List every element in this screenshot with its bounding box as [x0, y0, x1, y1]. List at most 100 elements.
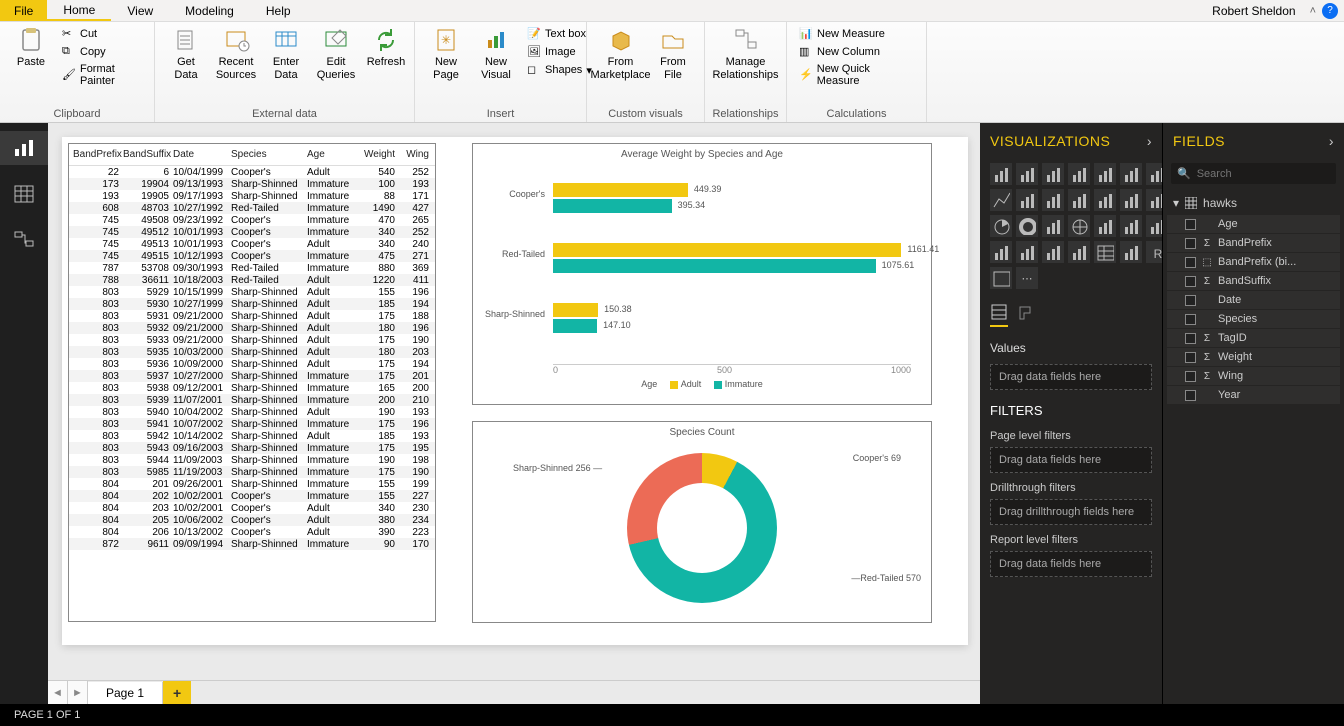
get-data-button[interactable]: Get Data [161, 24, 211, 83]
menu-view[interactable]: View [111, 0, 169, 21]
from-marketplace-button[interactable]: From Marketplace [593, 24, 648, 83]
table-row[interactable]: 7875370809/30/1993Red-TailedImmature8803… [69, 262, 435, 274]
table-row[interactable]: 6084870310/27/1992Red-TailedImmature1490… [69, 202, 435, 214]
paste-button[interactable]: Paste [6, 24, 56, 71]
checkbox-icon[interactable] [1185, 276, 1196, 287]
visualizations-collapse-icon[interactable]: › [1147, 133, 1152, 149]
viz-kpi-icon[interactable] [1042, 241, 1064, 263]
checkbox-icon[interactable] [1185, 352, 1196, 363]
table-row[interactable]: 803594210/14/2002Sharp-ShinnedAdult18519… [69, 430, 435, 442]
user-name[interactable]: Robert Sheldon [1212, 4, 1303, 18]
table-row[interactable]: 803592910/15/1999Sharp-ShinnedAdult15519… [69, 286, 435, 298]
format-tab-icon[interactable] [1016, 303, 1034, 327]
viz-ribbon-icon[interactable] [1146, 163, 1162, 185]
viz-line-icon[interactable] [990, 189, 1012, 211]
cut-button[interactable]: ✂Cut [60, 26, 144, 42]
new-page-button[interactable]: ✳New Page [421, 24, 471, 83]
field-age[interactable]: Age [1167, 215, 1340, 233]
field-tagid[interactable]: ΣTagID [1167, 329, 1340, 347]
viz-area-icon[interactable] [1016, 189, 1038, 211]
user-chevron-icon[interactable]: ˄ [1304, 5, 1322, 17]
table-row[interactable]: 22610/04/1999Cooper'sAdult540252 [69, 166, 435, 178]
table-row[interactable]: 803594110/07/2002Sharp-ShinnedImmature17… [69, 418, 435, 430]
table-row[interactable]: 803598511/19/2003Sharp-ShinnedImmature17… [69, 466, 435, 478]
viz-slicer-icon[interactable] [1068, 241, 1090, 263]
fields-search-input[interactable] [1197, 168, 1339, 180]
file-menu[interactable]: File [0, 0, 47, 21]
menu-modeling[interactable]: Modeling [169, 0, 250, 21]
viz-multi-card-icon[interactable] [1016, 241, 1038, 263]
text-box-button[interactable]: 📝Text box [525, 26, 594, 42]
viz-line-column-icon[interactable] [1068, 189, 1090, 211]
table-row[interactable]: 803593610/09/2000Sharp-ShinnedAdult17519… [69, 358, 435, 370]
model-view-button[interactable] [0, 223, 48, 257]
image-button[interactable]: 🖼Image [525, 44, 594, 60]
table-row[interactable]: 803594010/04/2002Sharp-ShinnedAdult19019… [69, 406, 435, 418]
table-row[interactable]: 872961109/09/1994Sharp-ShinnedImmature90… [69, 538, 435, 550]
field-species[interactable]: Species [1167, 310, 1340, 328]
checkbox-icon[interactable] [1185, 219, 1196, 230]
from-file-button[interactable]: From File [648, 24, 698, 83]
page-filters-drop[interactable]: Drag data fields here [990, 447, 1152, 473]
viz-line-column2-icon[interactable] [1094, 189, 1116, 211]
viz-pie-icon[interactable] [990, 215, 1012, 237]
checkbox-icon[interactable] [1185, 390, 1196, 401]
viz-table-icon[interactable] [1094, 241, 1116, 263]
table-row[interactable]: 7454951210/01/1993Cooper'sImmature340252 [69, 226, 435, 238]
viz-treemap-icon[interactable] [1042, 215, 1064, 237]
copy-button[interactable]: ⧉Copy [60, 44, 144, 60]
enter-data-button[interactable]: Enter Data [261, 24, 311, 83]
field-year[interactable]: Year [1167, 386, 1340, 404]
table-row[interactable]: 7454950809/23/1992Cooper'sImmature470265 [69, 214, 435, 226]
values-drop[interactable]: Drag data fields here [990, 364, 1152, 390]
viz-stacked-column-icon[interactable] [1042, 163, 1064, 185]
viz-stacked-bar-100-icon[interactable] [1094, 163, 1116, 185]
field-wing[interactable]: ΣWing [1167, 367, 1340, 385]
table-row[interactable]: 803594309/16/2003Sharp-ShinnedImmature17… [69, 442, 435, 454]
report-filters-drop[interactable]: Drag data fields here [990, 551, 1152, 577]
refresh-button[interactable]: Refresh [361, 24, 411, 71]
table-row[interactable]: 803593010/27/1999Sharp-ShinnedAdult18519… [69, 298, 435, 310]
viz-stacked-bar-icon[interactable] [990, 163, 1012, 185]
fields-tab-icon[interactable] [990, 303, 1008, 327]
table-row[interactable]: 80420310/02/2001Cooper'sAdult340230 [69, 502, 435, 514]
checkbox-icon[interactable] [1185, 314, 1196, 325]
table-row[interactable]: 7883661110/18/2003Red-TailedAdult1220411 [69, 274, 435, 286]
new-quick-measure-button[interactable]: ⚡New Quick Measure [797, 62, 916, 88]
fields-table-hawks[interactable]: ▾ hawks [1167, 192, 1340, 214]
viz-card-icon[interactable] [990, 241, 1012, 263]
checkbox-icon[interactable] [1185, 238, 1196, 249]
data-view-button[interactable] [0, 177, 48, 211]
viz-py-visual-icon[interactable] [990, 267, 1012, 289]
visual-donut-chart[interactable]: Species Count Cooper's 69 —Red-Tailed 57… [472, 421, 932, 623]
table-row[interactable]: 80420510/06/2002Cooper'sAdult380234 [69, 514, 435, 526]
viz-donut-icon[interactable] [1016, 215, 1038, 237]
manage-relationships-button[interactable]: Manage Relationships [711, 24, 780, 83]
table-row[interactable]: 803593209/21/2000Sharp-ShinnedAdult18019… [69, 322, 435, 334]
viz-more-icon[interactable]: ⋯ [1016, 267, 1038, 289]
table-row[interactable]: 1931990509/17/1993Sharp-ShinnedImmature8… [69, 190, 435, 202]
table-row[interactable]: 803593809/12/2001Sharp-ShinnedImmature16… [69, 382, 435, 394]
field-bandprefix-bi-[interactable]: ⬚BandPrefix (bi... [1167, 253, 1340, 271]
new-visual-button[interactable]: New Visual [471, 24, 521, 83]
page-next-button[interactable]: ► [68, 681, 88, 704]
fields-collapse-icon[interactable]: › [1329, 133, 1334, 149]
viz-scatter-icon[interactable] [1146, 189, 1162, 211]
visual-table[interactable]: BandPrefix BandSuffix Date Species Age W… [68, 143, 436, 622]
field-bandprefix[interactable]: ΣBandPrefix [1167, 234, 1340, 252]
viz-r-visual-icon[interactable]: R [1146, 241, 1162, 263]
help-icon[interactable]: ? [1322, 3, 1338, 19]
viz-gauge-icon[interactable] [1146, 215, 1162, 237]
viz-clustered-column-icon[interactable] [1016, 163, 1038, 185]
table-row[interactable]: 803593710/27/2000Sharp-ShinnedImmature17… [69, 370, 435, 382]
report-page[interactable]: BandPrefix BandSuffix Date Species Age W… [62, 137, 968, 645]
table-row[interactable]: 803593309/21/2000Sharp-ShinnedAdult17519… [69, 334, 435, 346]
checkbox-icon[interactable] [1185, 333, 1196, 344]
field-bandsuffix[interactable]: ΣBandSuffix [1167, 272, 1340, 290]
table-row[interactable]: 803593510/03/2000Sharp-ShinnedAdult18020… [69, 346, 435, 358]
table-row[interactable]: 803593109/21/2000Sharp-ShinnedAdult17518… [69, 310, 435, 322]
fields-search[interactable]: 🔍 [1171, 163, 1336, 184]
table-row[interactable]: 803593911/07/2001Sharp-ShinnedImmature20… [69, 394, 435, 406]
report-view-button[interactable] [0, 131, 48, 165]
format-painter-button[interactable]: 🖌Format Painter [60, 62, 144, 88]
